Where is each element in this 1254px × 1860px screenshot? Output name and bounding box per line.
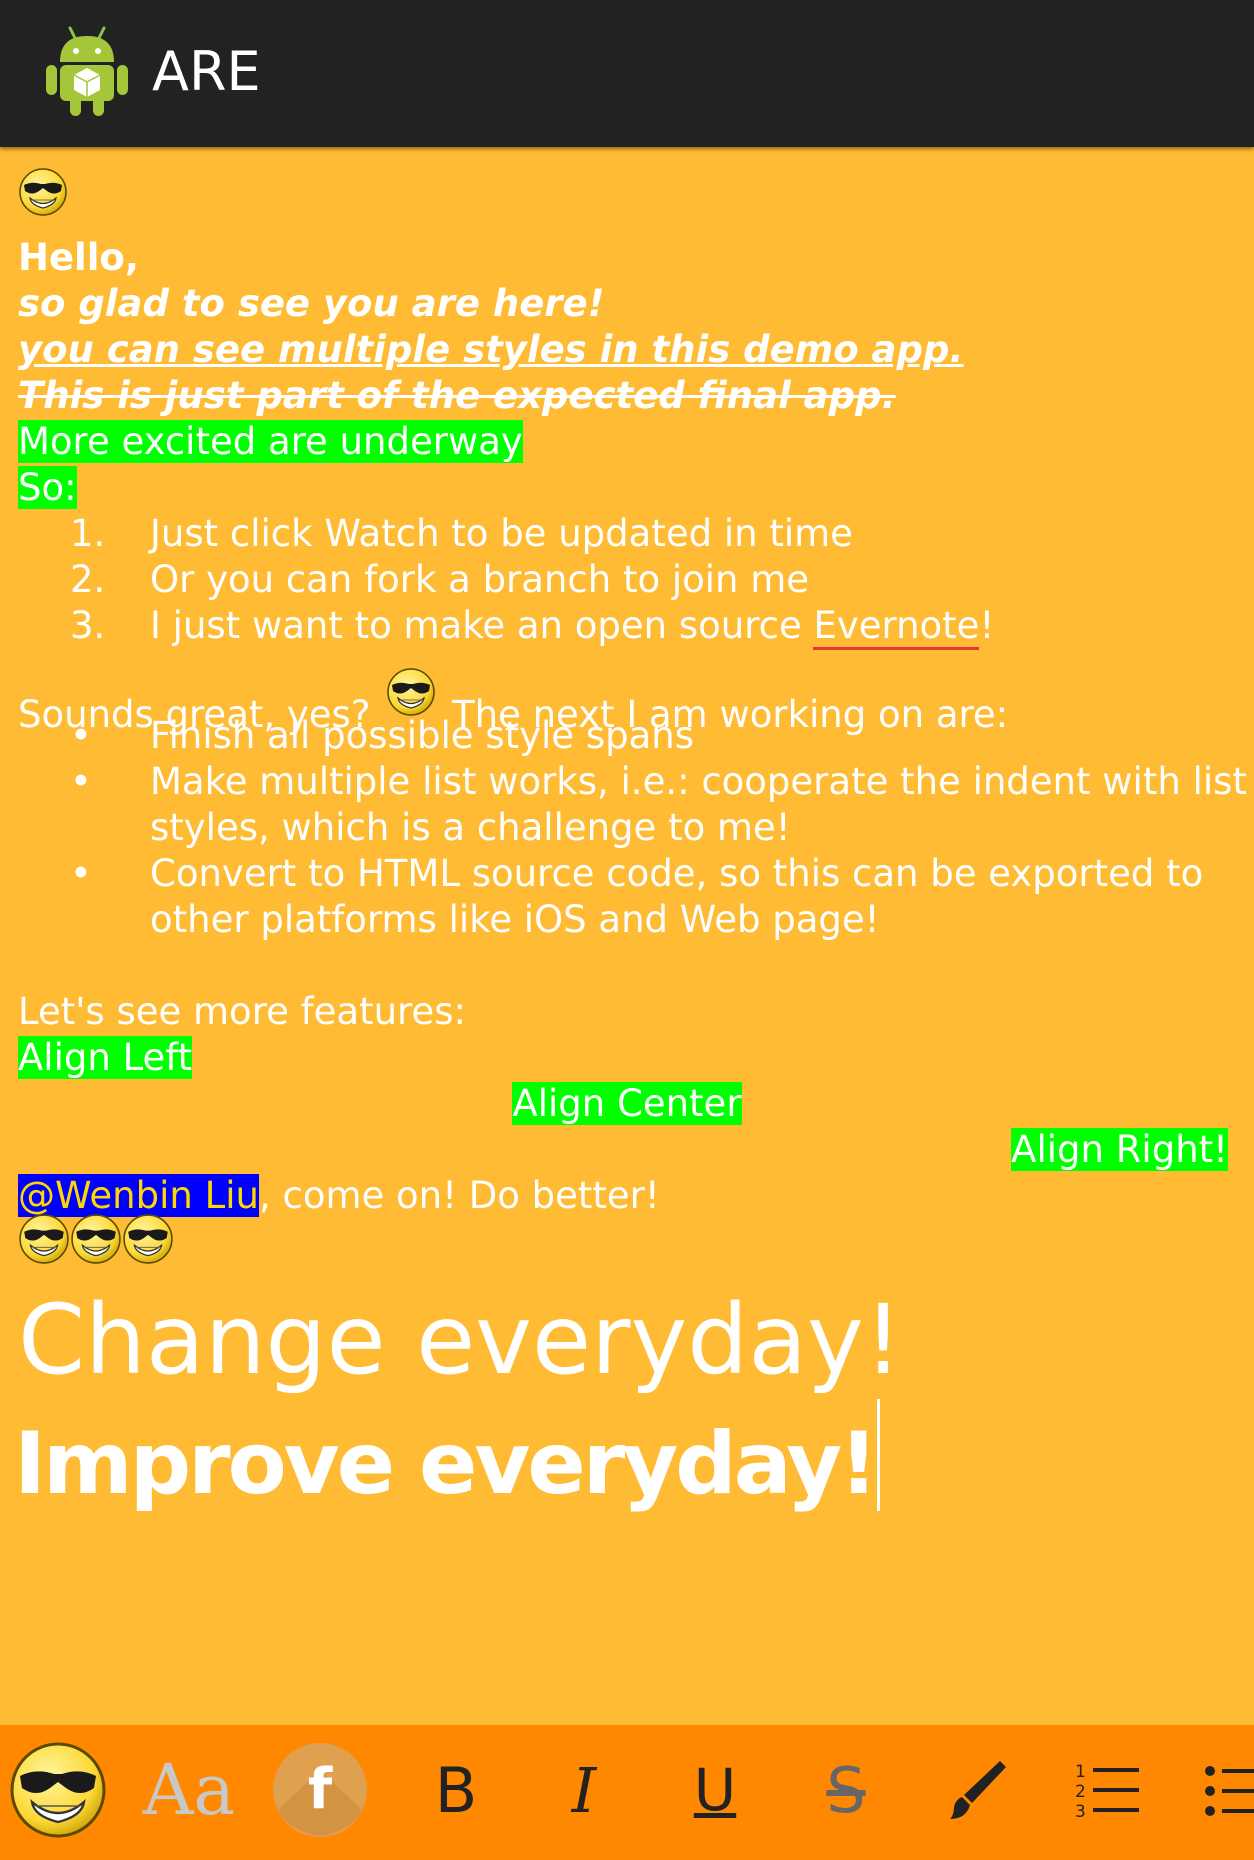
bullet-item: Finish all possible style spans — [150, 714, 694, 757]
so-line: So: — [18, 465, 77, 511]
list-number: 3. — [70, 604, 106, 647]
features-text: Let's see more features: — [18, 990, 466, 1033]
text-cursor — [877, 1399, 881, 1511]
cool-emoji-icon — [70, 1213, 122, 1265]
list-number: 2. — [70, 558, 106, 601]
multiple-styles-text: you can see multiple styles in this demo… — [18, 328, 964, 371]
hello-text: Hello, — [18, 236, 139, 279]
bold-button[interactable]: B — [401, 1735, 511, 1845]
font-size-button[interactable]: Aa — [134, 1735, 244, 1845]
formatting-toolbar: Aa f B I U S 1 2 3 — [0, 1725, 1254, 1860]
excited-line: More excited are underway — [18, 419, 523, 465]
android-robot-icon[interactable] — [44, 24, 130, 118]
bulleted-list-icon — [1205, 1766, 1254, 1816]
list-number: 1. — [70, 512, 106, 555]
numbered-list-icon: 1 2 3 — [1075, 1762, 1139, 1822]
action-bar: ARE — [0, 0, 1254, 147]
improve-everyday-line: Improve everyday! — [14, 1399, 881, 1514]
font-size-icon: Aa — [142, 1749, 236, 1831]
bullet-icon: • — [70, 852, 92, 895]
cool-emoji-icon — [386, 667, 436, 717]
svg-text:1: 1 — [1075, 1762, 1086, 1782]
bullet-item: Convert to HTML source code, so this can… — [150, 852, 1204, 895]
align-right-line: Align Right! — [0, 1127, 1228, 1173]
align-center-line: Align Center — [0, 1081, 1254, 1127]
bullet-item-continued: other platforms like iOS and Web page! — [150, 898, 880, 941]
list-item: Just click Watch to be updated in time — [150, 512, 853, 555]
expected-text: This is just part of the expected final … — [18, 374, 896, 417]
align-center-text: Align Center — [512, 1082, 742, 1125]
svg-text:3: 3 — [1075, 1802, 1086, 1822]
font-family-icon: f — [273, 1743, 367, 1837]
app-title: ARE — [152, 40, 261, 103]
so-text: So: — [18, 466, 77, 509]
list-item: Or you can fork a branch to join me — [150, 558, 810, 601]
align-left-line: Align Left — [18, 1035, 193, 1081]
svg-text:2: 2 — [1075, 1782, 1086, 1802]
underline-button[interactable]: U — [660, 1735, 770, 1845]
strikethrough-button[interactable]: S — [791, 1735, 901, 1845]
font-family-button[interactable]: f — [265, 1735, 375, 1845]
underline-icon: U — [693, 1756, 737, 1824]
bulleted-list-button[interactable] — [1184, 1735, 1254, 1845]
align-left-text: Align Left — [18, 1036, 193, 1079]
cool-emoji-icon — [122, 1213, 174, 1265]
emoji-row — [18, 1213, 174, 1265]
italic-button[interactable]: I — [529, 1735, 639, 1845]
glad-text: so glad to see you are here! — [18, 282, 605, 325]
evernote-link[interactable]: Evernote — [813, 604, 980, 650]
rich-text-editor[interactable]: Hello, so glad to see you are here! you … — [0, 147, 1254, 1725]
cool-emoji-icon — [18, 1213, 70, 1265]
change-everyday-text: Change everyday! — [18, 1284, 903, 1396]
brush-button[interactable] — [922, 1735, 1032, 1845]
align-right-text: Align Right! — [1011, 1128, 1228, 1171]
numbered-list-button[interactable]: 1 2 3 — [1053, 1735, 1163, 1845]
bullet-icon: • — [70, 760, 92, 803]
mention-chip[interactable]: @Wenbin Liu — [18, 1174, 259, 1217]
bullet-item: Make multiple list works, i.e.: cooperat… — [150, 760, 1247, 803]
bullet-item-continued: styles, which is a challenge to me! — [150, 806, 791, 849]
bullet-icon: • — [70, 714, 92, 757]
cool-emoji-icon — [18, 167, 68, 217]
emoji-button[interactable] — [3, 1735, 113, 1845]
brush-icon — [950, 1761, 1006, 1819]
improve-everyday-text: Improve everyday! — [14, 1414, 878, 1514]
strikethrough-icon: S — [826, 1753, 866, 1827]
bold-icon: B — [434, 1753, 478, 1827]
mention-after-text: , come on! Do better! — [258, 1174, 660, 1217]
list-item-text: I just want to make an open source — [150, 604, 814, 647]
emoji-icon — [8, 1740, 108, 1840]
excited-text: More excited are underway — [18, 420, 523, 463]
list-item: I just want to make an open source Evern… — [150, 603, 995, 650]
list-item-text-end: ! — [979, 604, 995, 647]
font-family-label: f — [308, 1757, 333, 1822]
italic-icon: I — [571, 1753, 597, 1827]
